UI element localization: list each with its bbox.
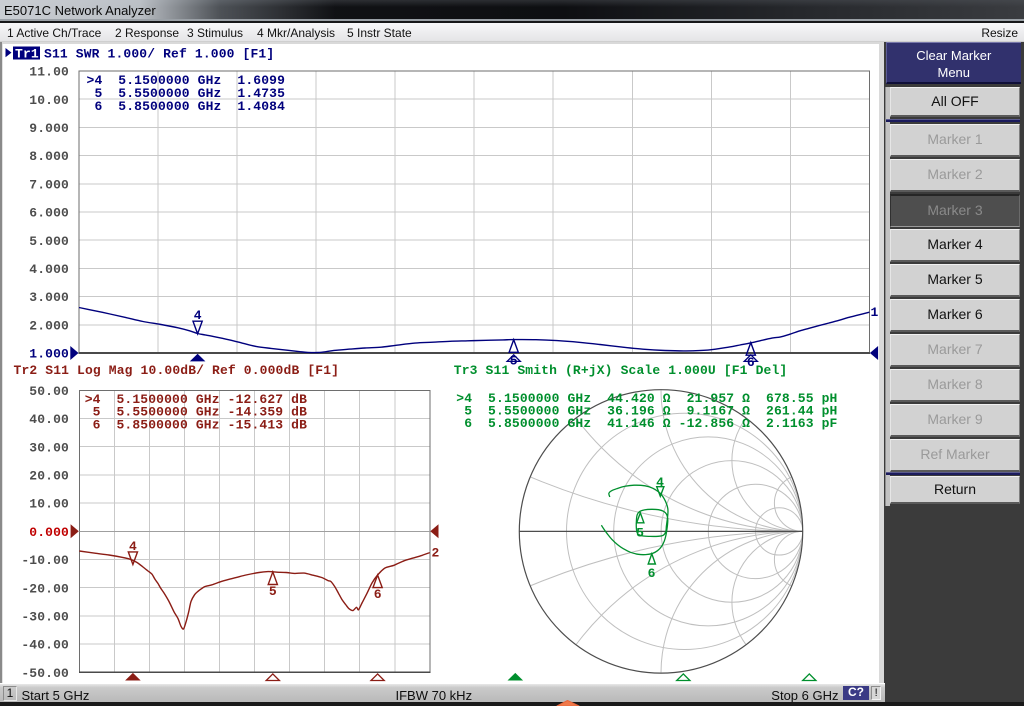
svg-text:10.00: 10.00	[29, 93, 69, 108]
svg-text:6 5.8500000 GHz -15.413 dB: 6 5.8500000 GHz -15.413 dB	[85, 417, 307, 432]
svg-text:Tr1: Tr1	[15, 46, 39, 61]
svg-text:4.000: 4.000	[29, 262, 69, 277]
svg-text:3.000: 3.000	[29, 290, 69, 305]
svg-text:-30.00: -30.00	[21, 610, 69, 625]
svg-text:9.000: 9.000	[29, 121, 69, 136]
svg-text:1: 1	[871, 305, 879, 320]
svg-text:2.000: 2.000	[29, 318, 69, 333]
svg-text:5: 5	[269, 584, 277, 599]
svg-text:8.000: 8.000	[29, 149, 69, 164]
svg-text:5: 5	[636, 526, 644, 541]
svg-text:6: 6	[374, 587, 382, 602]
svg-text:11.00: 11.00	[29, 65, 69, 80]
svg-text:6.000: 6.000	[29, 206, 69, 221]
svg-text:-10.00: -10.00	[21, 553, 69, 568]
svg-text:-40.00: -40.00	[21, 638, 69, 653]
svg-text:5.000: 5.000	[29, 234, 69, 249]
svg-text:20.00: 20.00	[29, 469, 69, 484]
svg-text:Tr3 S11 Smith (R+jX) Scale 1.0: Tr3 S11 Smith (R+jX) Scale 1.000U [F1 De…	[454, 363, 788, 378]
svg-text:10.00: 10.00	[29, 497, 69, 512]
svg-text:S11 SWR 1.000/ Ref 1.000 [F1]: S11 SWR 1.000/ Ref 1.000 [F1]	[44, 46, 274, 61]
svg-text:6: 6	[648, 566, 656, 581]
svg-text:50.00: 50.00	[29, 384, 69, 399]
svg-text:40.00: 40.00	[29, 412, 69, 427]
svg-text:-20.00: -20.00	[21, 581, 69, 596]
svg-text:Tr2 S11 Log Mag 10.00dB/ Ref 0: Tr2 S11 Log Mag 10.00dB/ Ref 0.000dB [F1…	[14, 363, 340, 378]
svg-text:30.00: 30.00	[29, 440, 69, 455]
svg-text:1.000: 1.000	[29, 347, 69, 362]
svg-text:6 5.8500000 GHz 41.146 Ω -12: 6 5.8500000 GHz 41.146 Ω -12.856 Ω 2.116…	[456, 416, 837, 431]
svg-text:0.000: 0.000	[29, 525, 69, 540]
svg-text:6 5.8500000 GHz 1.4084: 6 5.8500000 GHz 1.4084	[87, 99, 286, 114]
svg-text:2: 2	[432, 546, 440, 561]
svg-text:-50.00: -50.00	[21, 666, 69, 681]
svg-text:7.000: 7.000	[29, 177, 69, 192]
